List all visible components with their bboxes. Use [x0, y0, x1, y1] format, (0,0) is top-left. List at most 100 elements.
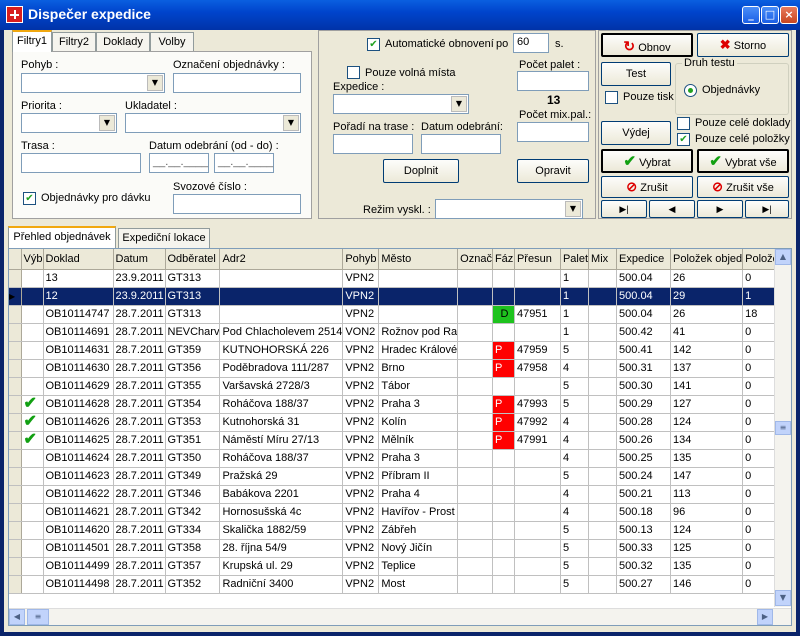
title-bar[interactable]: Dispečer expedice _ □ ×: [0, 0, 800, 30]
column-header[interactable]: Expedice: [616, 249, 672, 270]
doplnit-button[interactable]: Doplnit: [383, 159, 459, 183]
column-header[interactable]: Mix: [588, 249, 618, 270]
row-indicator[interactable]: [9, 305, 22, 324]
obnov-button[interactable]: ↻ Obnov: [601, 33, 693, 57]
vybrat-button[interactable]: ✔ Vybrat: [601, 149, 693, 173]
table-row[interactable]: OB10114499 28.7.2011 GT357 Krupská ul. 29 VP…: [9, 557, 788, 576]
table-row[interactable]: OB10114501 28.7.2011 GT358 28. října 54/9 VP…: [9, 539, 788, 558]
row-indicator[interactable]: [9, 521, 22, 540]
table-row[interactable]: ▶ 12 23.9.2011 GT313 VPN2 1 500.04 29 1: [9, 287, 788, 306]
next-record-button[interactable]: ▶: [697, 200, 743, 218]
table-row[interactable]: OB10114629 28.7.2011 GT355 Varšavská 2728/3…: [9, 377, 788, 396]
table-row[interactable]: OB10114621 28.7.2011 GT342 Hornosušská 4c VP…: [9, 503, 788, 522]
scroll-left-icon[interactable]: ◀: [9, 609, 25, 625]
expedice-select[interactable]: ▼: [333, 94, 469, 114]
column-header[interactable]: Výb: [21, 249, 44, 270]
ukladatel-select[interactable]: ▼: [125, 113, 301, 133]
pocet-mix-input[interactable]: [517, 122, 589, 142]
pocet-palet-input[interactable]: [517, 71, 589, 91]
scroll-h-thumb[interactable]: ≡: [27, 609, 49, 625]
column-header[interactable]: Odběratel: [165, 249, 221, 270]
oznaceni-input[interactable]: [173, 73, 301, 93]
column-header[interactable]: Označ: [457, 249, 493, 270]
rezim-select[interactable]: ▼: [435, 199, 583, 219]
minimize-button[interactable]: _: [742, 6, 760, 24]
trasa-input[interactable]: [21, 153, 141, 173]
orders-grid[interactable]: Výb Doklad Datum Odběratel Adr2 Pohyb Mě…: [8, 248, 792, 626]
table-row[interactable]: OB10114631 28.7.2011 GT359 KUTNOHORSKÁ 226 V…: [9, 341, 788, 360]
volna-mista-checkbox[interactable]: [347, 66, 360, 79]
storno-button[interactable]: ✖ Storno: [697, 33, 789, 57]
vertical-scrollbar[interactable]: ▲ ≡ ▼: [774, 249, 791, 607]
objednavky-radio[interactable]: [684, 84, 697, 97]
svozove-input[interactable]: [173, 194, 301, 214]
test-button[interactable]: Test: [601, 62, 671, 86]
opravit-button[interactable]: Opravit: [517, 159, 589, 183]
row-indicator[interactable]: [9, 323, 22, 342]
column-header[interactable]: Datum: [113, 249, 166, 270]
table-row[interactable]: ✔ OB10114626 28.7.2011 GT353 Kutnohorská 31 V…: [9, 413, 788, 432]
horizontal-scrollbar[interactable]: ◀ ≡ ▶: [9, 608, 791, 625]
interval-input[interactable]: 60: [513, 33, 549, 53]
pouze-cele-doklady-checkbox[interactable]: [677, 117, 690, 130]
priorita-select[interactable]: ▼: [21, 113, 117, 133]
table-row[interactable]: OB10114623 28.7.2011 GT349 Pražská 29 VPN2 Př…: [9, 467, 788, 486]
row-indicator[interactable]: [9, 575, 22, 594]
vydej-button[interactable]: Výdej: [601, 121, 671, 145]
prev-record-button[interactable]: ◀: [649, 200, 695, 218]
first-record-button[interactable]: ▶|: [601, 200, 647, 218]
row-indicator[interactable]: [9, 341, 22, 360]
row-indicator[interactable]: [9, 359, 22, 378]
datum-from-input[interactable]: __.__.____: [149, 153, 209, 173]
row-indicator[interactable]: [9, 503, 22, 522]
zrusit-vse-button[interactable]: ⊘ Zrušit vše: [697, 176, 789, 198]
auto-refresh-checkbox[interactable]: ✔: [367, 38, 380, 51]
last-record-button[interactable]: ▶|: [745, 200, 789, 218]
table-row[interactable]: ✔ OB10114625 28.7.2011 GT351 Náměstí Míru 27…: [9, 431, 788, 450]
table-row[interactable]: ✔ OB10114628 28.7.2011 GT354 Roháčova 188/37…: [9, 395, 788, 414]
row-indicator[interactable]: [9, 485, 22, 504]
datum-to-input[interactable]: __.__.____: [214, 153, 274, 173]
zrusit-button[interactable]: ⊘ Zrušit: [601, 176, 693, 198]
tab-prehled[interactable]: Přehled objednávek: [8, 226, 116, 248]
close-button[interactable]: ×: [780, 6, 798, 24]
pohyb-select[interactable]: ▼: [21, 73, 165, 93]
row-indicator[interactable]: [9, 395, 22, 414]
table-row[interactable]: OB10114622 28.7.2011 GT346 Babákova 2201 VPN…: [9, 485, 788, 504]
tab-doklady[interactable]: Doklady: [96, 32, 150, 52]
pouze-cele-polozky-checkbox[interactable]: ✔: [677, 133, 690, 146]
scroll-right-icon[interactable]: ▶: [757, 609, 773, 625]
row-indicator[interactable]: ▶: [9, 287, 22, 306]
table-row[interactable]: OB10114624 28.7.2011 GT350 Roháčova 188/37 V…: [9, 449, 788, 468]
scroll-up-icon[interactable]: ▲: [775, 249, 791, 265]
tab-volby[interactable]: Volby: [150, 32, 194, 52]
column-header[interactable]: Adr2: [219, 249, 344, 270]
row-indicator[interactable]: [9, 449, 22, 468]
column-header[interactable]: Položek objed: [670, 249, 744, 270]
table-row[interactable]: 13 23.9.2011 GT313 VPN2 1 500.04 26 0: [9, 269, 788, 288]
scroll-down-icon[interactable]: ▼: [775, 590, 791, 606]
tab-filtry2[interactable]: Filtry2: [52, 32, 96, 52]
column-header[interactable]: Město: [378, 249, 459, 270]
column-header[interactable]: Doklad: [43, 249, 114, 270]
row-indicator[interactable]: [9, 539, 22, 558]
scroll-thumb[interactable]: ≡: [775, 421, 791, 435]
datum-odebrani-input[interactable]: [421, 134, 501, 154]
row-indicator[interactable]: [9, 467, 22, 486]
column-header[interactable]: Fáz: [492, 249, 515, 270]
vybrat-vse-button[interactable]: ✔ Vybrat vše: [697, 149, 789, 173]
table-row[interactable]: OB10114691 28.7.2011 NEVCharv Pod Chlachole…: [9, 323, 788, 342]
row-indicator[interactable]: [9, 557, 22, 576]
row-indicator[interactable]: [9, 269, 22, 288]
row-indicator[interactable]: [9, 377, 22, 396]
table-row[interactable]: OB10114498 28.7.2011 GT352 Radniční 3400 VPN…: [9, 575, 788, 594]
column-header[interactable]: Palet: [560, 249, 590, 270]
column-header[interactable]: Přesun: [514, 249, 561, 270]
davka-checkbox[interactable]: ✔: [23, 192, 36, 205]
row-indicator[interactable]: [9, 413, 22, 432]
table-row[interactable]: OB10114620 28.7.2011 GT334 Skalička 1882/59…: [9, 521, 788, 540]
row-indicator[interactable]: [9, 431, 22, 450]
poradi-input[interactable]: [333, 134, 413, 154]
table-row[interactable]: OB10114630 28.7.2011 GT356 Poděbradova 111/…: [9, 359, 788, 378]
column-header[interactable]: Pohyb: [342, 249, 380, 270]
